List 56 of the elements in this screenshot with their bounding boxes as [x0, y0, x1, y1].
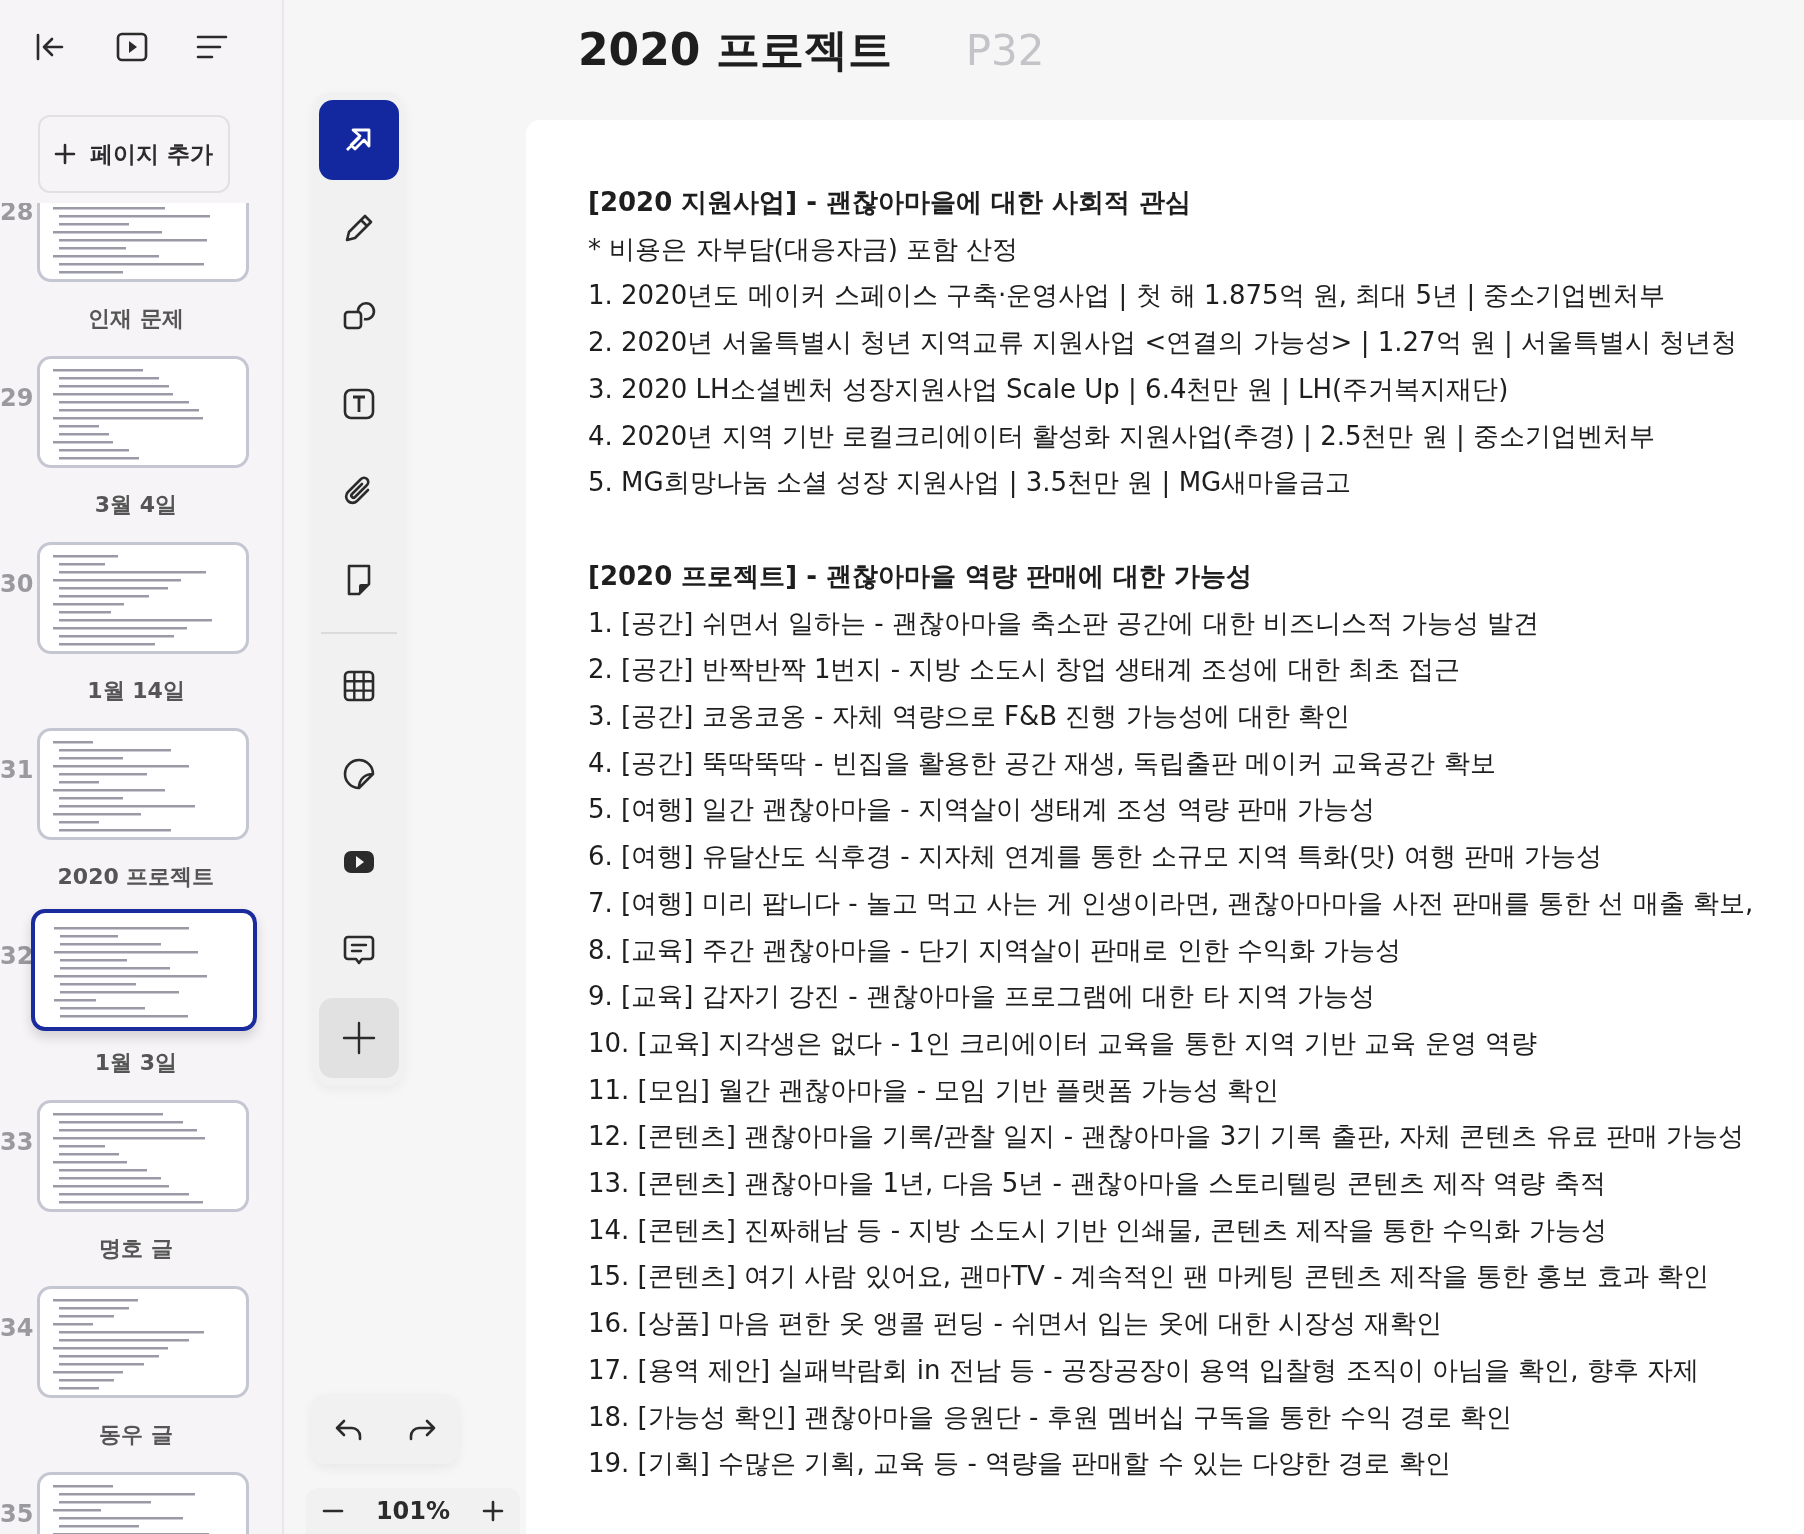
- text-line: 3. [공간] 코옹코옹 - 자체 역량으로 F&B 진행 가능성에 대한 확인: [588, 700, 1352, 734]
- section-heading: [2020 프로젝트] - 괜찮아마을 역량 판매에 대한 가능성: [588, 559, 1254, 593]
- plus-icon: [341, 1020, 377, 1056]
- page-number: 34: [0, 1314, 35, 1344]
- text-line: 18. [가능성 확인] 괜찮아마을 응원단 - 후원 멤버십 구독을 통한 수익 경로 확인: [588, 1400, 1514, 1434]
- section-heading: [2020 지원사업] - 괜찮아마을에 대한 사회적 관심: [588, 186, 1193, 219]
- page-number: 35: [0, 1500, 35, 1530]
- tool-button[interactable]: [319, 100, 399, 180]
- page-number: 33: [0, 1128, 35, 1158]
- page-title: 1월 14일: [86, 677, 186, 705]
- text-line: 3. 2020 LH소셜벤처 성장지원사업 Scale Up | 6.4천만 원 | LH(주거복지재단): [588, 372, 1510, 407]
- text-line: 1. 2020년도 메이커 스페이스 구축·운영사업 | 첫 해 1.875억 원, 최대 5년 | 중소기업벤처부: [588, 279, 1667, 313]
- text-line: 9. [교육] 갑자기 강진 - 괜찮아마을 프로그램에 대한 타 지역 가능성: [588, 980, 1377, 1014]
- text-line: 17. [용역 제안] 실패박람회 in 전남 등 - 공장공장이 용역 입찰형 조직이 아님을 확인, 향후 자제: [588, 1353, 1700, 1387]
- text-line: 7. [여행] 미리 팝니다 - 놀고 먹고 사는 게 인생이라면, 괜찮아마마을 사전 판매를 통한 선 매출 확보,: [588, 886, 1755, 920]
- minus-icon: [321, 1509, 344, 1513]
- text-line: 1. [공간] 쉬면서 일하는 - 괜찮아마을 축소판 공간에 대한 비즈니스적 가능성 발견: [588, 606, 1541, 640]
- text-line: 16. [상품] 마음 편한 옷 앵콜 펀딩 - 쉬면서 입는 옷에 대한 시장성 재확인: [588, 1307, 1444, 1341]
- zoom-in-button[interactable]: [482, 1500, 504, 1522]
- text-line: 2. 2020년 서울특별시 청년 지역교류 지원사업 <연결의 가능성> | 1.27억 원 | 서울특별시 청년청: [588, 326, 1739, 360]
- page-title: 3월 4일: [93, 491, 179, 519]
- page-title: 동우 글: [98, 1421, 174, 1449]
- page-thumbnail[interactable]: [31, 909, 257, 1031]
- page-title: 1월 3일: [93, 1049, 179, 1077]
- plus-icon: [482, 1500, 504, 1522]
- page-title: 명호 글: [98, 1235, 174, 1263]
- text-line: 19. [기획] 수많은 기획, 교육 등 - 역량을 판매할 수 있는 다양한 경로 확인: [588, 1447, 1452, 1481]
- text-line: 5. [여행] 일간 괜찮아마을 - 지역살이 생태계 조성 역량 판매 가능성: [588, 793, 1377, 827]
- page-number: 30: [0, 570, 35, 600]
- text-line: 4. 2020년 지역 기반 로컬크리에이터 활성화 지원사업(추경) | 2.5천만 원 | 중소기업벤처부: [588, 419, 1657, 454]
- page-title: 2020 프로젝트: [56, 863, 216, 891]
- add-page-button[interactable]: 페이지 추가: [38, 115, 230, 193]
- zoom-level: 101%: [375, 1497, 451, 1525]
- text-line: 13. [콘텐츠] 괜찮아마을 1년, 다음 5년 - 괜찮아마을 스토리텔링 콘텐츠 제작 역량 축적: [588, 1167, 1607, 1201]
- zoom-out-button[interactable]: [321, 1509, 344, 1513]
- text-icon: [341, 386, 377, 422]
- page-title: 2020 프로젝트: [578, 22, 892, 77]
- text-line: 8. [교육] 주간 괜찮아마을 - 단기 지역살이 판매로 인한 수익화 가능성: [588, 933, 1403, 967]
- text-line: 6. [여행] 유달산도 식후경 - 지자체 연계를 통한 소규모 지역 특화(맛) 여행 판매 가능성: [588, 840, 1604, 874]
- page-number: 28: [0, 203, 35, 228]
- text-line: 5. MG희망나눔 소셜 성장 지원사업 | 3.5천만 원 | MG새마을금고: [588, 466, 1353, 500]
- text-line: 4. [공간] 뚝딱뚝딱 - 빈집을 활용한 공간 재생, 독립출판 메이커 교육공간 확보: [588, 746, 1497, 780]
- text-line: 11. [모임] 월간 괜찮아마을 - 모임 기반 플랫폼 가능성 확인: [588, 1073, 1281, 1107]
- table-icon: [341, 668, 377, 704]
- page-number: 29: [0, 384, 35, 414]
- plus-icon: [54, 143, 77, 165]
- page-number: 32: [0, 942, 35, 972]
- text-line: 10. [교육] 지각생은 없다 - 1인 크리에이터 교육을 통한 지역 기반 교육 운영 역량: [588, 1026, 1538, 1060]
- text-line: 15. [콘텐츠] 여기 사람 있어요, 괜마TV - 계속적인 팬 마케팅 콘텐츠 제작을 통한 홍보 효과 확인: [588, 1260, 1710, 1294]
- text-line: 2. [공간] 반짝반짝 1번지 - 지방 소도시 창업 생태계 조성에 대한 최초 접근: [588, 653, 1462, 687]
- page-title: 인재 문제: [87, 305, 185, 333]
- text-line: 12. [콘텐츠] 괜찮아마을 기록/관찰 일지 - 괜찮아마을 3기 기록 출판, 자체 콘텐츠 유료 판매 가능성: [588, 1120, 1746, 1154]
- sticker-icon: [341, 756, 377, 792]
- text-line: * 비용은 자부담(대응자금) 포함 산정: [588, 232, 1020, 266]
- page-number: 31: [0, 756, 35, 786]
- text-line: 14. [콘텐츠] 진짜해남 등 - 지방 소도시 기반 인쇄물, 콘텐츠 제작을 통한 수익화 가능성: [588, 1213, 1608, 1247]
